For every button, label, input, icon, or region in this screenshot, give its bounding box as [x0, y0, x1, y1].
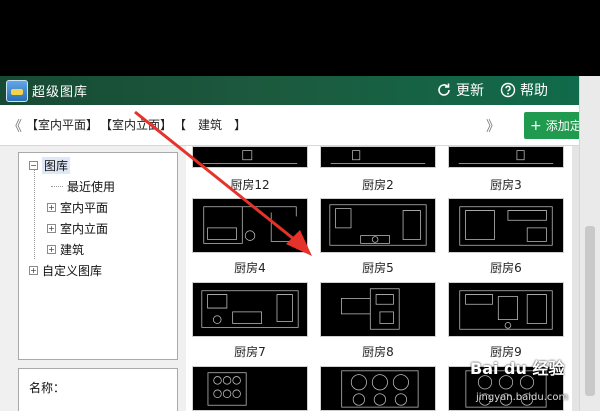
category-toolbar: 《 【室内平面】 【室内立面】 【 建筑 】 》 + 添加定制	[0, 105, 600, 146]
thumbnail-kitchen5[interactable]	[320, 198, 436, 253]
thumbnail-label: 厨房4	[234, 261, 266, 275]
help-label: 帮助	[520, 83, 548, 99]
category-bracket-close: 】	[234, 118, 247, 132]
thumbnail-kitchen2[interactable]	[320, 146, 436, 168]
nav-next-button[interactable]: 》	[486, 116, 500, 136]
tree-label-interior-plan: 室内平面	[60, 201, 109, 215]
tree-node-library[interactable]: − 图库	[29, 157, 71, 174]
baidu-watermark-logo: Bai du 经验	[470, 359, 565, 378]
window-title: 超级图库	[32, 85, 89, 100]
refresh-button[interactable]: 更新	[436, 80, 484, 100]
tree-label-architecture: 建筑	[60, 243, 85, 257]
tree-node-custom-library[interactable]: + 自定义图库	[29, 262, 102, 279]
tree-node-recent[interactable]: 最近使用	[51, 178, 115, 195]
thumbnail-kitchen9[interactable]	[448, 282, 564, 337]
library-tree: − 图库 最近使用 + 室内平面 + 室内立面 + 建筑 + 自定义图库	[18, 152, 178, 360]
thumbnail-kitchen12[interactable]	[192, 146, 308, 168]
app-logo-icon	[6, 80, 28, 102]
category-tab-interior-elevation[interactable]: 【室内立面】	[100, 116, 172, 133]
category-breadcrumbs: 【室内平面】 【室内立面】 【 建筑 】	[26, 116, 246, 133]
expand-icon[interactable]: +	[47, 245, 56, 254]
refresh-icon	[438, 83, 450, 96]
tree-label-custom-library: 自定义图库	[42, 264, 103, 278]
help-button[interactable]: 帮助	[500, 80, 548, 100]
tree-node-interior-elevation[interactable]: + 室内立面	[47, 220, 108, 237]
expand-icon[interactable]: +	[47, 224, 56, 233]
thumbnail-kitchen8[interactable]	[320, 282, 436, 337]
nav-prev-button[interactable]: 《	[8, 116, 22, 136]
thumbnail-label: 厨房2	[362, 178, 394, 192]
tree-label-library: 图库	[42, 157, 71, 174]
thumbnail-stove-2[interactable]	[320, 366, 436, 411]
thumbnail-kitchen4[interactable]	[192, 198, 308, 253]
window-scrollbar[interactable]	[579, 76, 600, 411]
category-tab-interior-plan[interactable]: 【室内平面】	[26, 116, 98, 133]
thumbnail-kitchen3[interactable]	[448, 146, 564, 168]
thumbnail-kitchen7[interactable]	[192, 282, 308, 337]
thumbnail-label: 厨房7	[234, 345, 266, 359]
help-icon	[500, 82, 516, 98]
category-bracket-open: 【	[174, 118, 187, 132]
thumbnail-label: 厨房3	[490, 178, 522, 192]
scrollbar-thumb[interactable]	[585, 226, 595, 396]
expand-icon[interactable]: +	[47, 203, 56, 212]
tree-node-interior-plan[interactable]: + 室内平面	[47, 199, 108, 216]
expand-icon[interactable]: +	[29, 266, 38, 275]
plus-icon: +	[530, 117, 542, 134]
baidu-watermark-url: jingyan.baidu.com	[476, 392, 569, 403]
tree-node-architecture[interactable]: + 建筑	[47, 241, 84, 258]
name-panel: 名称：	[18, 368, 178, 411]
cad-canvas-background	[0, 0, 600, 76]
thumbnail-label: 厨房8	[362, 345, 394, 359]
thumbnail-stove-1[interactable]	[192, 366, 308, 411]
thumbnail-kitchen6[interactable]	[448, 198, 564, 253]
tree-label-recent: 最近使用	[67, 180, 116, 194]
tree-label-interior-elevation: 室内立面	[60, 222, 109, 236]
category-tab-architecture[interactable]: 建筑	[198, 116, 222, 133]
thumbnail-label: 厨房12	[230, 178, 270, 192]
title-bar: 超级图库 更新 帮助	[0, 76, 600, 105]
name-label: 名称：	[29, 381, 66, 395]
collapse-icon[interactable]: −	[29, 161, 38, 170]
thumbnail-label: 厨房5	[362, 261, 394, 275]
thumbnail-label: 厨房6	[490, 261, 522, 275]
refresh-label: 更新	[456, 83, 484, 99]
